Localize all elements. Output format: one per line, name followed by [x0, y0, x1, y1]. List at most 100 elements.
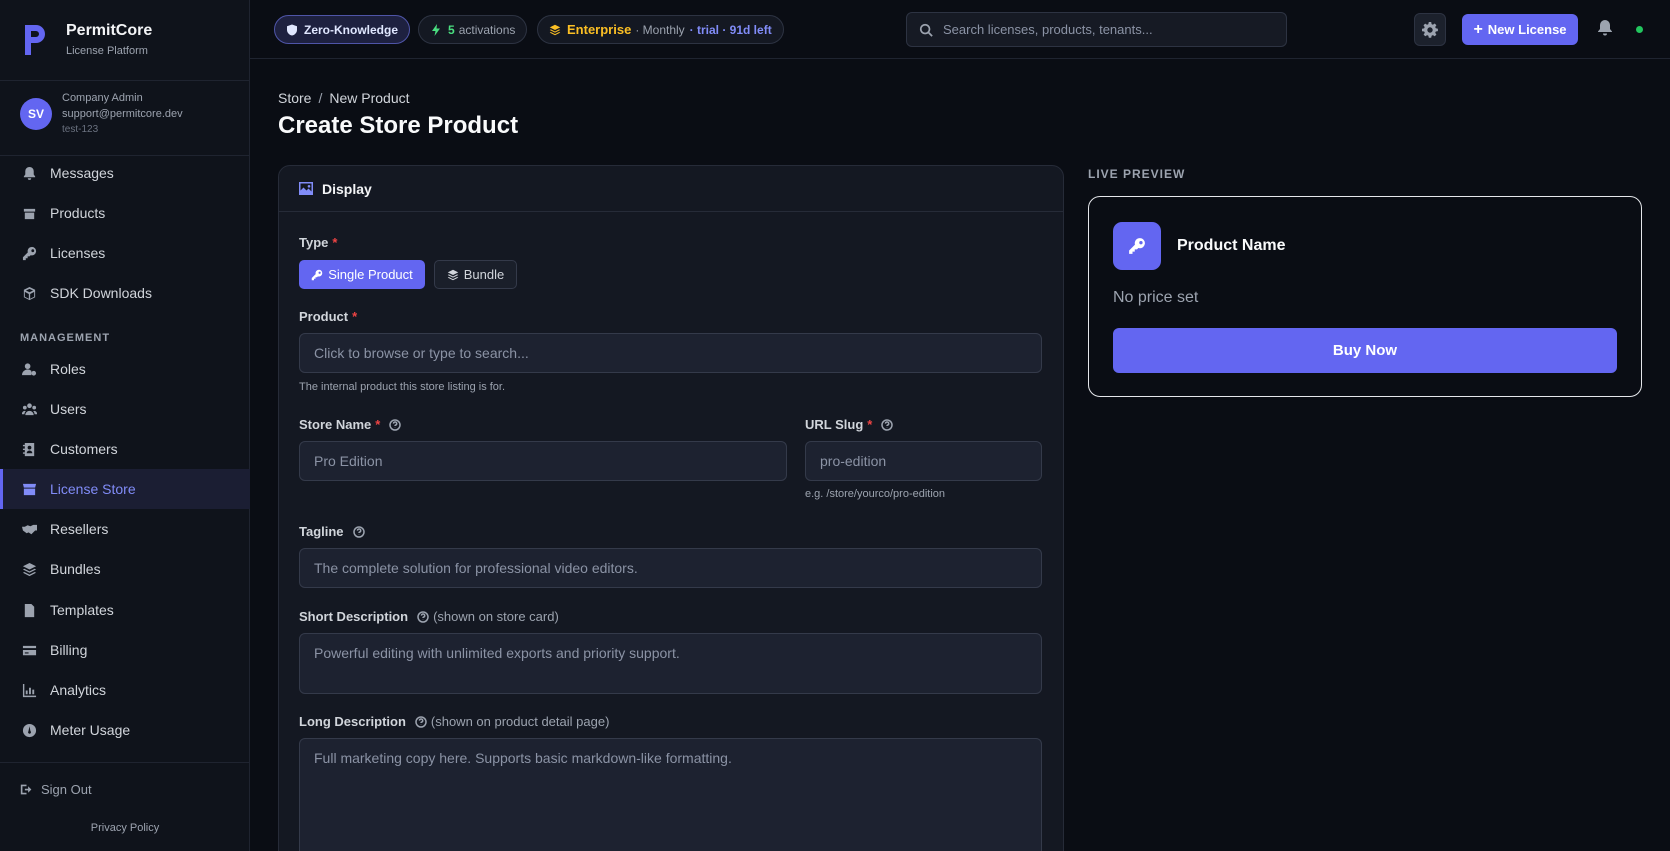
long-description-note: (shown on product detail page): [430, 714, 610, 729]
zero-knowledge-badge[interactable]: Zero-Knowledge: [274, 15, 411, 44]
url-slug-hint: e.g. /store/yourco/pro-edition: [805, 488, 946, 500]
shield-icon: [287, 24, 297, 35]
required-mark: *: [375, 417, 381, 432]
short-description-textarea[interactable]: [299, 633, 1042, 694]
product-hint: The internal product this store listing …: [299, 381, 506, 393]
buy-now-button[interactable]: Buy Now: [1113, 328, 1617, 373]
help-circle-icon[interactable]: [415, 715, 427, 728]
breadcrumb-store-link[interactable]: Store: [278, 90, 311, 106]
help-circle-icon[interactable]: [389, 418, 402, 431]
sidebar-item-bundles[interactable]: Bundles: [0, 549, 250, 589]
sidebar-item-label: Meter Usage: [50, 722, 131, 738]
type-single-product-button[interactable]: Single Product: [299, 260, 425, 289]
sidebar-item-label: Users: [50, 401, 87, 417]
sidebar-item-label: Billing: [50, 642, 88, 658]
sidebar-item-analytics[interactable]: Analytics: [0, 670, 250, 710]
product-icon-tile: [1113, 222, 1161, 270]
lightning-icon: [432, 23, 440, 36]
sidebar-item-messages[interactable]: Messages: [0, 153, 250, 193]
zero-knowledge-label: Zero-Knowledge: [304, 22, 399, 37]
handshake-icon: [22, 524, 37, 534]
key-icon: [1129, 238, 1145, 254]
plan-name: Enterprise: [567, 22, 632, 37]
sidebar-item-label: Products: [50, 205, 106, 221]
divider: [0, 80, 250, 81]
sidebar-item-resellers[interactable]: Resellers: [0, 509, 250, 549]
nav-section-management: MANAGEMENT: [20, 332, 111, 344]
notifications-button[interactable]: [1597, 19, 1613, 37]
new-license-button[interactable]: + New License: [1462, 14, 1578, 45]
page-title: Create Store Product: [278, 112, 519, 139]
live-preview-card: Product Name No price set Buy Now: [1088, 196, 1642, 397]
product-label: Product *: [299, 309, 358, 324]
key-icon: [22, 246, 37, 260]
search-input[interactable]: [943, 22, 1263, 37]
layers-icon: [549, 24, 561, 35]
activations-badge[interactable]: 5 activations: [418, 15, 528, 44]
breadcrumb-current: New Product: [329, 90, 410, 106]
sidebar-item-templates[interactable]: Templates: [0, 590, 250, 630]
image-icon: [299, 182, 313, 195]
sidebar-item-license-store[interactable]: License Store: [0, 469, 250, 509]
sidebar-item-customers[interactable]: Customers: [0, 429, 250, 469]
product-search-input[interactable]: [299, 333, 1042, 373]
new-license-label: New License: [1487, 22, 1567, 37]
sidebar-item-users[interactable]: Users: [0, 389, 250, 429]
sign-out-icon: [20, 784, 32, 795]
sidebar-item-licenses[interactable]: Licenses: [0, 233, 250, 273]
key-icon: [311, 269, 323, 280]
sidebar-item-label: Analytics: [50, 682, 107, 698]
preview-product-name: Product Name: [1177, 237, 1286, 254]
sidebar-item-label: Templates: [50, 602, 114, 618]
divider: [0, 762, 250, 763]
search-bar[interactable]: [906, 12, 1287, 47]
sidebar-item-billing[interactable]: Billing: [0, 630, 250, 670]
sidebar: PermitCore License Platform SV Company A…: [0, 0, 250, 851]
display-form-card: Display Type * Single Product Bundle Prod…: [278, 165, 1064, 851]
url-slug-input[interactable]: [805, 441, 1042, 481]
brand[interactable]: PermitCore License Platform: [22, 22, 152, 57]
sidebar-item-label: Resellers: [50, 521, 109, 537]
help-circle-icon[interactable]: [417, 610, 429, 623]
settings-button[interactable]: [1414, 13, 1446, 46]
help-circle-icon[interactable]: [352, 525, 365, 538]
topbar: Zero-Knowledge 5 activations Enterprise …: [250, 0, 1670, 59]
required-mark: *: [867, 417, 873, 432]
sidebar-item-roles[interactable]: Roles: [0, 349, 250, 389]
long-description-textarea[interactable]: [299, 738, 1042, 851]
tagline-input[interactable]: [299, 548, 1042, 588]
cube-icon: [23, 286, 36, 300]
sign-out-button[interactable]: Sign Out: [20, 782, 92, 797]
url-slug-label: URL Slug *: [805, 417, 894, 432]
gear-icon: [1422, 21, 1438, 38]
activations-count: 5: [448, 22, 455, 37]
live-preview-heading: LIVE PREVIEW: [1088, 167, 1186, 181]
layers-icon: [447, 269, 458, 280]
sign-out-label: Sign Out: [41, 782, 92, 797]
permitcore-logo-icon: [25, 24, 45, 55]
sidebar-item-label: Messages: [50, 165, 114, 181]
store-name-input[interactable]: [299, 441, 787, 481]
type-bundle-button[interactable]: Bundle: [434, 260, 517, 289]
type-option-label: Bundle: [463, 267, 505, 282]
required-mark: *: [332, 235, 338, 250]
store-name-label: Store Name *: [299, 417, 402, 432]
brand-name: PermitCore: [66, 22, 153, 39]
privacy-policy-link[interactable]: Privacy Policy: [0, 822, 250, 834]
sidebar-item-sdk-downloads[interactable]: SDK Downloads: [0, 273, 250, 313]
tagline-label: Tagline: [299, 524, 365, 539]
sidebar-item-meter-usage[interactable]: Meter Usage: [0, 710, 250, 750]
sidebar-item-products[interactable]: Products: [0, 193, 250, 233]
help-circle-icon[interactable]: [881, 418, 894, 431]
long-description-label: Long Description (shown on product detai…: [299, 714, 610, 729]
layers-icon: [22, 562, 37, 576]
bell-icon: [23, 166, 36, 180]
activations-label: activations: [458, 22, 516, 37]
user-email: support@permitcore.dev: [62, 108, 183, 120]
file-icon: [24, 603, 35, 617]
sidebar-item-label: Bundles: [50, 561, 101, 577]
type-label: Type *: [299, 235, 338, 250]
user-card[interactable]: SV Company Admin support@permitcore.dev …: [20, 92, 183, 135]
plan-badge[interactable]: Enterprise · Monthly · trial · 91d left: [537, 15, 784, 44]
brand-subtitle: License Platform: [66, 45, 148, 57]
